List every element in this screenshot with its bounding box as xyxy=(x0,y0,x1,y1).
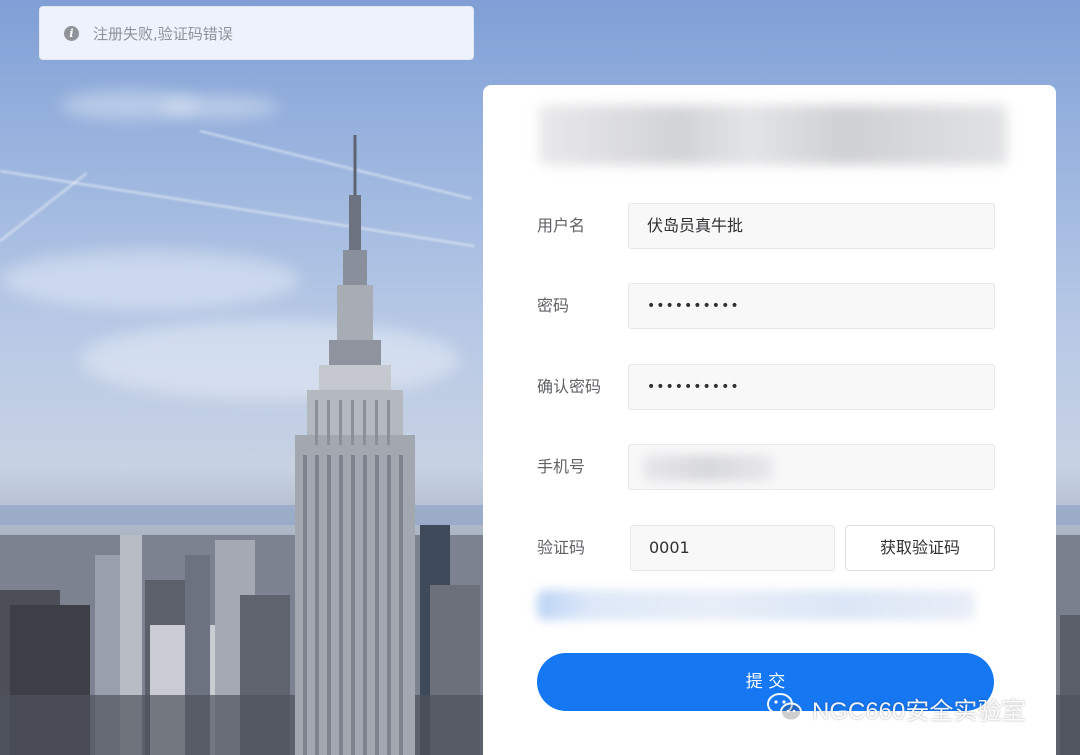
empire-state-building-image xyxy=(295,135,415,755)
username-label: 用户名 xyxy=(537,216,586,235)
watermark: NGC660安全实验室 xyxy=(766,688,1025,728)
username-input[interactable]: 伏岛员真牛批 xyxy=(628,203,995,249)
info-icon: i xyxy=(64,25,79,41)
phone-value-redacted xyxy=(643,455,773,481)
username-row: 用户名 伏岛员真牛批 xyxy=(537,203,995,249)
get-captcha-button[interactable]: 获取验证码 xyxy=(845,525,995,571)
watermark-text: NGC660安全实验室 xyxy=(812,697,1026,725)
confirm-password-row: 确认密码 •••••••••• xyxy=(537,364,995,410)
register-page: i 注册失败,验证码错误 用户名 伏岛员真牛批 密码 •••••••••• 确认… xyxy=(0,0,1080,755)
phone-row: 手机号 xyxy=(537,444,995,490)
captcha-input[interactable]: 0001 xyxy=(630,525,835,571)
background-contrail xyxy=(0,172,88,242)
phone-label: 手机号 xyxy=(537,457,586,476)
password-row: 密码 •••••••••• xyxy=(537,283,995,329)
background-cloud xyxy=(160,95,280,119)
password-input[interactable]: •••••••••• xyxy=(628,283,995,329)
agreement-checkbox-redacted[interactable] xyxy=(537,590,975,620)
notification-message: 注册失败,验证码错误 xyxy=(93,24,233,43)
confirm-password-label: 确认密码 xyxy=(537,377,602,396)
form-title-redacted xyxy=(539,105,1007,165)
captcha-row: 验证码 0001 获取验证码 xyxy=(537,525,995,571)
register-form-card: 用户名 伏岛员真牛批 密码 •••••••••• 确认密码 ••••••••••… xyxy=(483,85,1056,755)
password-label: 密码 xyxy=(537,296,570,315)
captcha-label: 验证码 xyxy=(537,538,586,557)
background-cloud xyxy=(0,250,300,310)
phone-input[interactable] xyxy=(628,444,995,490)
wechat-icon xyxy=(767,693,802,722)
error-notification: i 注册失败,验证码错误 xyxy=(39,6,474,60)
confirm-password-input[interactable]: •••••••••• xyxy=(628,364,995,410)
